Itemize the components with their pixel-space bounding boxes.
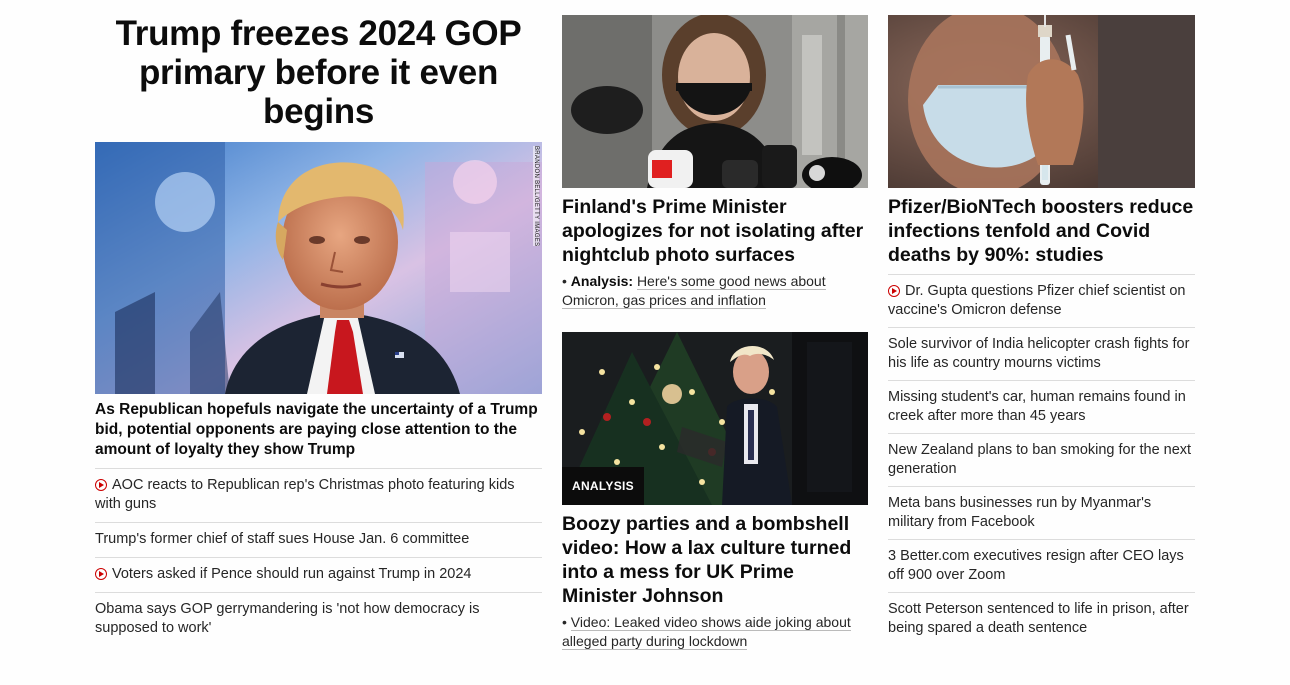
list-item[interactable]: Sole survivor of India helicopter crash … [888,327,1195,380]
list-item-text: Dr. Gupta questions Pfizer chief scienti… [888,283,1186,318]
play-video-icon [95,479,107,491]
finland-related[interactable]: • Analysis: Here's some good news about … [562,272,868,310]
list-item-text: Trump's former chief of staff sues House… [95,531,470,547]
trump-photo [95,142,542,394]
list-item-text: AOC reacts to Republican rep's Christmas… [95,477,515,512]
boris-johnson-image[interactable]: ANALYSIS [562,332,868,505]
lead-subheadline[interactable]: As Republican hopefuls navigate the unce… [95,400,542,460]
list-item[interactable]: New Zealand plans to ban smoking for the… [888,433,1195,486]
list-item-text: New Zealand plans to ban smoking for the… [888,442,1192,477]
list-item-text: 3 Better.com executives resign after CEO… [888,548,1184,583]
list-item[interactable]: AOC reacts to Republican rep's Christmas… [95,468,542,522]
list-item-text: Obama says GOP gerrymandering is 'not ho… [95,601,480,636]
list-item-text: Missing student's car, human remains fou… [888,389,1186,424]
bullet: • [562,273,571,289]
analysis-prefix: Analysis: [570,273,634,289]
lead-related-list: AOC reacts to Republican rep's Christmas… [95,468,542,646]
finland-pm-photo [562,15,868,188]
pfizer-headline[interactable]: Pfizer/BioNTech boosters reduce infectio… [888,195,1195,267]
top-stories-list: Dr. Gupta questions Pfizer chief scienti… [888,274,1195,645]
list-item-text: Voters asked if Pence should run against… [112,566,472,582]
list-item[interactable]: Obama says GOP gerrymandering is 'not ho… [95,592,542,646]
list-item[interactable]: Missing student's car, human remains fou… [888,380,1195,433]
vaccine-photo [888,15,1195,188]
vaccine-image[interactable] [888,15,1195,188]
list-item-text: Scott Peterson sentenced to life in pris… [888,601,1189,636]
list-item[interactable]: Meta bans businesses run by Myanmar's mi… [888,486,1195,539]
list-item[interactable]: Dr. Gupta questions Pfizer chief scienti… [888,274,1195,327]
list-item[interactable]: 3 Better.com executives resign after CEO… [888,539,1195,592]
list-item[interactable]: Scott Peterson sentenced to life in pris… [888,592,1195,645]
list-item-text: Sole survivor of India helicopter crash … [888,336,1190,371]
list-item-text: Meta bans businesses run by Myanmar's mi… [888,495,1152,530]
list-item[interactable]: Voters asked if Pence should run against… [95,557,542,592]
lead-image-trump[interactable]: BRANDON BELL/GETTY IMAGES [95,142,542,394]
image-credit: BRANDON BELL/GETTY IMAGES [533,146,539,247]
lead-story: Trump freezes 2024 GOP primary before it… [95,0,542,636]
lead-headline[interactable]: Trump freezes 2024 GOP primary before it… [95,14,542,131]
list-item[interactable]: Trump's former chief of staff sues House… [95,522,542,557]
analysis-badge: ANALYSIS [562,467,644,505]
finland-headline[interactable]: Finland's Prime Minister apologizes for … [562,195,868,267]
bullet: • [562,614,571,630]
play-video-icon [888,285,900,297]
boris-related[interactable]: • Video: Leaked video shows aide joking … [562,613,868,651]
boris-headline[interactable]: Boozy parties and a bombshell video: How… [562,512,868,608]
related-link[interactable]: Video: Leaked video shows aide joking ab… [562,614,851,650]
play-video-icon [95,568,107,580]
finland-pm-image[interactable] [562,15,868,188]
